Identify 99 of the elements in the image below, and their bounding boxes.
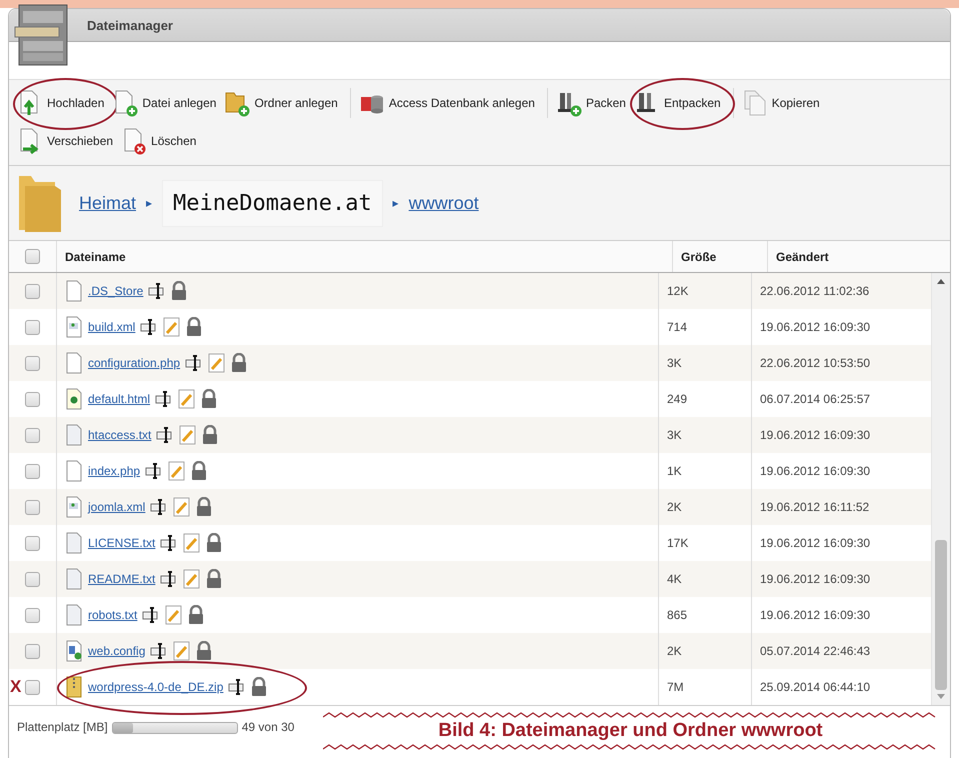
toolbar-button[interactable]: Datei anlegen (110, 86, 222, 120)
rename-icon[interactable] (160, 571, 178, 587)
row-checkbox[interactable] (25, 572, 40, 586)
edit-icon[interactable] (168, 461, 186, 481)
rename-icon[interactable] (228, 679, 246, 695)
toolbar-button[interactable]: Kopieren (740, 86, 826, 120)
file-name-link[interactable]: build.xml (88, 320, 136, 334)
row-checkbox[interactable] (25, 644, 40, 658)
file-icon (65, 352, 83, 374)
edit-icon[interactable] (208, 353, 226, 373)
config-file-icon (65, 640, 83, 662)
window-title: Dateimanager (87, 18, 173, 32)
disk-space-reading: 49 von 30 (242, 720, 294, 734)
toolbar-button[interactable]: Entpacken (632, 86, 727, 120)
rename-icon[interactable] (142, 607, 160, 623)
xml-file-icon (65, 316, 83, 338)
edit-icon[interactable] (173, 497, 192, 517)
row-checkbox[interactable] (25, 680, 40, 694)
column-header[interactable]: Dateiname (56, 241, 672, 272)
toolbar-button[interactable]: Löschen (119, 124, 202, 158)
zip-file-icon (65, 676, 83, 698)
row-checkbox[interactable] (25, 464, 40, 478)
file-name-link[interactable]: README.txt (88, 572, 156, 586)
file-name-link[interactable]: LICENSE.txt (88, 536, 156, 550)
file-name-link[interactable]: web.config (88, 644, 146, 658)
breadcrumb-link[interactable]: Heimat (79, 192, 136, 214)
lock-icon[interactable] (188, 605, 204, 625)
rename-icon[interactable] (148, 283, 166, 299)
disk-space-label: Plattenplatz [MB] (17, 720, 108, 734)
file-name-link[interactable]: htaccess.txt (88, 428, 152, 442)
lock-icon[interactable] (196, 497, 212, 517)
rename-icon[interactable] (140, 319, 158, 335)
row-checkbox[interactable] (25, 392, 40, 406)
edit-icon[interactable] (163, 317, 182, 337)
scroll-down-icon[interactable] (937, 694, 945, 699)
edit-icon[interactable] (179, 425, 198, 445)
file-name-link[interactable]: default.html (88, 392, 150, 406)
row-checkbox[interactable] (25, 608, 40, 622)
file-icon (65, 280, 83, 302)
html-file-icon (65, 388, 83, 410)
edit-icon[interactable] (183, 533, 202, 553)
breadcrumb-current: MeineDomaene.at (162, 180, 383, 226)
lock-icon[interactable] (171, 281, 188, 301)
row-checkbox[interactable] (25, 536, 40, 550)
text-file-icon (65, 568, 83, 590)
lock-icon[interactable] (201, 389, 218, 409)
rename-icon[interactable] (150, 643, 168, 659)
rename-icon[interactable] (160, 535, 178, 551)
lock-icon[interactable] (206, 533, 222, 553)
toolbar-button[interactable]: Ordner anlegen (222, 86, 344, 120)
lock-icon[interactable] (251, 677, 268, 697)
toolbar-button[interactable]: Access Datenbank anlegen (356, 86, 541, 120)
annotation-mark: X (10, 677, 22, 697)
figure-caption: Bild 4: Dateimanager und Ordner wwwroot (438, 719, 823, 743)
rename-icon[interactable] (155, 391, 174, 407)
copy-icon (742, 89, 768, 117)
edit-icon[interactable] (183, 569, 202, 589)
rename-icon[interactable] (150, 499, 168, 515)
lock-icon[interactable] (186, 317, 202, 337)
column-header[interactable]: Geändert (767, 241, 950, 272)
file-name-link[interactable]: joomla.xml (88, 500, 146, 514)
row-checkbox[interactable] (25, 356, 40, 370)
select-all-checkbox[interactable] (25, 249, 40, 264)
text-file-icon (65, 604, 83, 626)
toolbar-button[interactable]: Verschieben (15, 124, 120, 158)
file-icon (65, 460, 83, 482)
rename-icon[interactable] (145, 463, 164, 479)
text-file-icon (65, 532, 83, 554)
lock-icon[interactable] (196, 641, 212, 661)
breadcrumb-link[interactable]: wwwroot (408, 192, 479, 214)
xml-file-icon (65, 496, 83, 518)
file-name-link[interactable]: wordpress-4.0-de_DE.zip (88, 680, 224, 694)
edit-icon[interactable] (165, 605, 184, 625)
lock-icon[interactable] (202, 425, 218, 445)
scrollbar-thumb[interactable] (935, 540, 947, 690)
rename-icon[interactable] (185, 355, 204, 371)
row-checkbox[interactable] (25, 284, 40, 298)
toolbar-button[interactable]: Packen (554, 86, 632, 120)
scroll-up-icon[interactable] (937, 279, 945, 284)
edit-icon[interactable] (178, 389, 196, 409)
edit-icon[interactable] (173, 641, 192, 661)
size-cell: 7M (658, 669, 751, 705)
breadcrumb-separator: ▸ (392, 196, 399, 210)
lock-icon[interactable] (206, 569, 222, 589)
file-name-link[interactable]: configuration.php (88, 356, 180, 370)
rename-icon[interactable] (156, 427, 174, 443)
lock-icon[interactable] (231, 353, 248, 373)
lock-icon[interactable] (191, 461, 208, 481)
row-checkbox[interactable] (25, 428, 40, 442)
file-name-link[interactable]: .DS_Store (88, 284, 144, 298)
breadcrumb-separator: ▸ (146, 196, 152, 210)
file-name-link[interactable]: robots.txt (88, 608, 138, 622)
text-file-icon (65, 424, 83, 446)
file-name-link[interactable]: index.php (88, 464, 140, 478)
row-checkbox[interactable] (25, 320, 40, 334)
column-header[interactable]: Größe (672, 241, 767, 272)
scrollbar[interactable] (931, 273, 950, 705)
toolbar-button[interactable]: Hochladen (15, 86, 110, 120)
row-checkbox[interactable] (25, 500, 40, 514)
